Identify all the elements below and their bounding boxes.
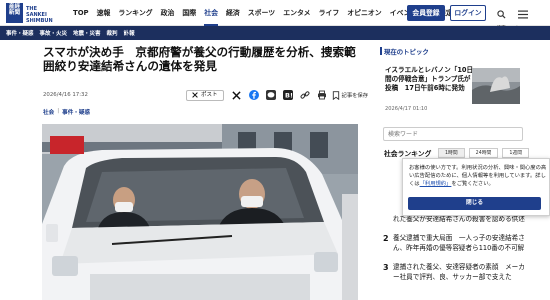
logo-mark: 産経 新聞 bbox=[6, 3, 23, 23]
ranking-item[interactable]: れた養父が安達結希さんの殺害を認める供述 bbox=[383, 215, 528, 224]
tag-incidents[interactable]: 事件・疑惑 bbox=[62, 108, 90, 116]
tag-society[interactable]: 社会 bbox=[43, 108, 54, 116]
article-photo bbox=[42, 124, 358, 300]
cookie-message-end: をご覧ください。 bbox=[451, 180, 494, 187]
login-button[interactable]: ログイン bbox=[450, 5, 486, 21]
share-hatena-button[interactable]: B! bbox=[281, 88, 295, 102]
subnav-accidents[interactable]: 事故・火災 bbox=[40, 29, 68, 37]
cookie-notice: お客様の使い方です。利用状況の分析、興味・関心度の高い広告配信のために、個人情報… bbox=[402, 158, 550, 216]
subnav-obituaries[interactable]: 訃報 bbox=[124, 29, 135, 37]
subnav-disasters[interactable]: 地震・災害 bbox=[73, 29, 101, 37]
ranking-item[interactable]: 3 逮捕された養父、安達容疑者の素顔 メーカー社員で評判、良、サッカー部で支えた bbox=[383, 263, 528, 282]
rank-text: れた養父が安達結希さんの殺害を認める供述 bbox=[393, 215, 525, 223]
tab-24hours[interactable]: 24時間 bbox=[468, 148, 499, 158]
link-icon bbox=[300, 91, 309, 99]
article-tags: 社会 | 事件・疑惑 bbox=[43, 108, 93, 116]
copy-link-button[interactable] bbox=[298, 88, 312, 102]
print-icon bbox=[317, 90, 326, 100]
article-date: 2026/4/16 17:32 bbox=[43, 92, 88, 98]
sidebar-search-input[interactable] bbox=[383, 127, 523, 141]
search-icon bbox=[496, 10, 506, 19]
tag-separator: | bbox=[57, 108, 60, 114]
hamburger-icon bbox=[518, 10, 528, 19]
terms-link[interactable]: 「利用規約」 bbox=[420, 181, 452, 187]
facebook-icon bbox=[248, 90, 259, 100]
nav-ranking[interactable]: ランキング bbox=[118, 0, 152, 26]
x-logo-icon bbox=[192, 92, 198, 98]
ranking-item[interactable]: 2 養父逮捕で重大局面 一人っ子の安達結希さん、昨年再婚の優等容疑者ら110番の… bbox=[383, 234, 528, 253]
photo-illustration bbox=[42, 124, 358, 300]
ranking-tabs: 1時間 24時間 1週間 bbox=[438, 148, 533, 158]
nav-international[interactable]: 国際 bbox=[182, 0, 196, 26]
ranking-list: れた養父が安達結希さんの殺害を認める供述 2 養父逮捕で重大局面 一人っ子の安達… bbox=[383, 215, 528, 292]
featured-topic-image[interactable] bbox=[472, 68, 520, 104]
nav-sports[interactable]: スポーツ bbox=[248, 0, 275, 26]
share-facebook-button[interactable] bbox=[247, 88, 261, 102]
nav-society[interactable]: 社会 bbox=[204, 0, 218, 26]
nav-opinion[interactable]: オピニオン bbox=[347, 0, 381, 26]
member-register-button[interactable]: 会員登録 bbox=[407, 5, 445, 21]
rank-number: 3 bbox=[383, 263, 389, 273]
hatena-icon: B! bbox=[282, 90, 293, 100]
x-icon bbox=[232, 90, 241, 100]
nav-breaking[interactable]: 速報 bbox=[97, 0, 111, 26]
tab-1hour[interactable]: 1時間 bbox=[438, 148, 465, 158]
rank-number bbox=[383, 215, 393, 224]
current-topics-title: 現在のトピック bbox=[380, 47, 429, 56]
cookie-close-button[interactable]: 閉じる bbox=[408, 197, 541, 210]
nav-entertainment[interactable]: エンタメ bbox=[283, 0, 310, 26]
nav-top[interactable]: TOP bbox=[73, 0, 89, 26]
search-button[interactable]: 検索 bbox=[490, 4, 512, 31]
tab-1week[interactable]: 1週間 bbox=[502, 148, 530, 158]
bookmark-icon bbox=[332, 90, 339, 100]
nav-politics[interactable]: 政治 bbox=[161, 0, 175, 26]
rank-number: 2 bbox=[383, 234, 389, 244]
svg-text:B!: B! bbox=[285, 92, 293, 100]
x-post-button[interactable]: ポスト bbox=[186, 89, 224, 101]
post-label: ポスト bbox=[201, 91, 218, 98]
nav-economy[interactable]: 経済 bbox=[226, 0, 240, 26]
save-label: 記事を保存 bbox=[341, 93, 369, 99]
share-bar: ポスト B! 記事を保存 bbox=[186, 88, 368, 102]
subnav-trials[interactable]: 裁判 bbox=[107, 29, 118, 37]
subnav-incidents[interactable]: 事件・疑惑 bbox=[6, 29, 34, 37]
featured-thumbnail bbox=[472, 68, 520, 104]
featured-topic-date: 2026/4/17 01:10 bbox=[385, 106, 428, 112]
sub-nav: 事件・疑惑 事故・火災 地震・災害 裁判 訃報 bbox=[0, 26, 550, 40]
rank-text: 養父逮捕で重大局面 一人っ子の安達結希さん、昨年再婚の優等容疑者ら110番の不可… bbox=[393, 234, 525, 252]
menu-button[interactable]: メニュー bbox=[510, 4, 536, 31]
nav-life[interactable]: ライフ bbox=[319, 0, 340, 26]
print-button[interactable] bbox=[315, 88, 329, 102]
rank-text: 逮捕された養父、安達容疑者の素顔 メーカー社員で評判、良、サッカー部で支えた bbox=[393, 263, 525, 281]
article-headline: スマホが決め手 京都府警が養父の行動履歴を分析、捜索範囲絞り安達結希さんの遺体を… bbox=[43, 45, 356, 73]
share-line-button[interactable] bbox=[264, 88, 278, 102]
ranking-title: 社会ランキング bbox=[384, 150, 432, 158]
save-article-button[interactable]: 記事を保存 bbox=[332, 90, 369, 100]
cookie-text: お客様の使い方です。利用状況の分析、興味・関心度の高い広告配信のために、個人情報… bbox=[409, 165, 547, 188]
site-logo[interactable]: 産経 新聞 THE SANKEI SHIMBUN bbox=[6, 3, 62, 24]
featured-topic-link[interactable]: イスラエルとレバノン「10日間の停戦合意」トランプ氏が投稿 17日午前6時に発効 bbox=[385, 66, 476, 92]
line-icon bbox=[265, 90, 276, 100]
site-header: 産経 新聞 THE SANKEI SHIMBUN TOP 速報 ランキング 政治 国際… bbox=[0, 0, 550, 31]
logo-text: THE SANKEI SHIMBUN bbox=[26, 6, 53, 24]
share-x-button[interactable] bbox=[230, 88, 244, 102]
